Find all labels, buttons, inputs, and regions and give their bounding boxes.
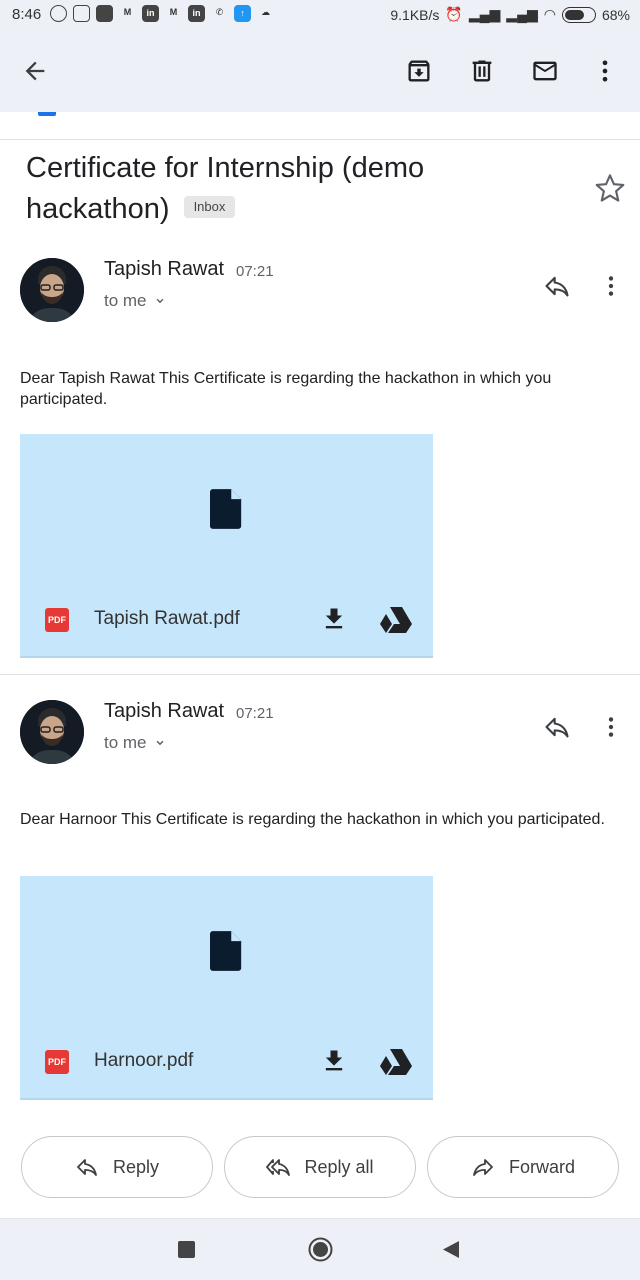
person-avatar-image — [20, 700, 84, 764]
save-to-drive-button[interactable] — [380, 605, 412, 633]
reply-all-label: Reply all — [304, 1156, 374, 1177]
wifi-icon: ◠ — [543, 6, 556, 22]
reply-icon — [77, 1159, 97, 1176]
recipient-details-toggle[interactable]: to me — [104, 291, 167, 311]
drive-icon — [380, 607, 412, 633]
recipient-details-toggle[interactable]: to me — [104, 733, 167, 753]
attachment-card[interactable]: PDF Tapish Rawat.pdf — [20, 434, 433, 658]
cloud-icon: ☁ — [261, 7, 270, 17]
more-vert-icon — [608, 276, 614, 296]
recipient-text: to me — [104, 733, 147, 752]
reply-button[interactable] — [539, 709, 575, 745]
person-avatar-image — [20, 258, 84, 322]
back-arrow-icon — [25, 61, 45, 81]
delete-button[interactable] — [461, 50, 503, 92]
forward-label: Forward — [508, 1156, 575, 1177]
scroll-stub — [38, 112, 56, 116]
attachment-name: Harnoor.pdf — [94, 1050, 194, 1071]
pdf-icon: PDF — [45, 1050, 69, 1074]
alarm-icon: ⏰ — [445, 6, 463, 22]
more-options-button[interactable] — [584, 50, 626, 92]
reply-icon — [545, 276, 569, 297]
sender-name[interactable]: Tapish Rawat — [104, 700, 224, 723]
status-right: 9.1KB/s ⏰ ▂▄▆ ▂▄▆ ◠ 68% — [390, 6, 630, 23]
message-time: 07:21 — [236, 705, 274, 722]
inbox-label-badge[interactable]: Inbox — [183, 196, 236, 219]
file-icon — [210, 489, 242, 529]
message-more-button[interactable] — [593, 709, 629, 745]
scrolled-header-edge — [0, 112, 640, 140]
download-icon — [325, 608, 343, 629]
message-more-button[interactable] — [593, 268, 629, 304]
back-nav-button[interactable] — [442, 1240, 460, 1259]
download-icon — [325, 1050, 343, 1071]
sender-name[interactable]: Tapish Rawat — [104, 258, 224, 281]
notification-icons: M in M in ✆ ↑ ☁ — [50, 5, 274, 22]
archive-icon — [408, 60, 430, 82]
app-bar — [0, 30, 640, 112]
recents-button[interactable] — [178, 1241, 195, 1258]
reply-action-button[interactable]: Reply — [21, 1136, 213, 1198]
file-icon — [210, 931, 242, 971]
message-time: 07:21 — [236, 263, 274, 280]
delete-icon — [472, 60, 492, 82]
star-icon[interactable] — [594, 172, 626, 204]
drive-icon — [380, 1049, 412, 1075]
archive-button[interactable] — [398, 50, 440, 92]
more-vert-icon — [608, 717, 614, 737]
forward-icon — [473, 1159, 493, 1176]
gmail-icon: M — [123, 7, 132, 17]
mark-unread-button[interactable] — [524, 50, 566, 92]
linkedin-icon: in — [142, 5, 159, 22]
reply-label: Reply — [112, 1156, 160, 1177]
signal-icon: ▂▄▆ — [468, 6, 501, 22]
instagram-icon — [73, 5, 90, 22]
status-bar: 8:46 M in M in ✆ ↑ ☁ 9.1KB/s ⏰ ▂▄▆ ▂▄▆ ◠… — [0, 0, 640, 30]
download-button[interactable] — [320, 605, 348, 633]
download-button[interactable] — [320, 1047, 348, 1075]
system-navigation-bar — [0, 1218, 640, 1280]
recipient-text: to me — [104, 291, 147, 310]
home-button[interactable] — [308, 1237, 333, 1262]
email-subject: Certificate for Internship (demo hackath… — [26, 148, 566, 230]
chevron-down-icon — [156, 740, 163, 746]
status-time: 8:46 — [12, 6, 42, 23]
attachment-name: Tapish Rawat.pdf — [94, 608, 240, 629]
youtube-icon — [96, 5, 113, 22]
call-icon: ✆ — [215, 7, 224, 17]
attachment-card[interactable]: PDF Harnoor.pdf — [20, 876, 433, 1100]
battery-icon — [561, 6, 596, 23]
gmail-icon: M — [169, 7, 178, 17]
avatar[interactable] — [20, 700, 84, 764]
battery-percent: 68% — [601, 6, 630, 23]
more-vert-icon — [602, 60, 608, 82]
reply-button[interactable] — [539, 268, 575, 304]
upload-icon: ↑ — [234, 5, 251, 22]
linkedin-icon: in — [188, 5, 205, 22]
network-speed: 9.1KB/s — [390, 6, 440, 23]
battery-level — [564, 9, 584, 20]
pdf-icon: PDF — [45, 608, 69, 632]
message-body: Dear Tapish Rawat This Certificate is re… — [20, 370, 552, 408]
message-divider — [0, 674, 640, 675]
chevron-down-icon — [156, 298, 163, 304]
signal-icon: ▂▄▆ — [506, 6, 538, 22]
save-to-drive-button[interactable] — [380, 1047, 412, 1075]
back-button[interactable] — [14, 50, 56, 92]
whatsapp-icon — [50, 5, 67, 22]
message-body: Dear Harnoor This Certificate is regardi… — [20, 811, 605, 828]
mail-icon — [533, 61, 557, 81]
avatar[interactable] — [20, 258, 84, 322]
reply-all-action-button[interactable]: Reply all — [224, 1136, 416, 1198]
reply-icon — [545, 717, 569, 738]
reply-all-icon — [266, 1159, 291, 1176]
forward-action-button[interactable]: Forward — [427, 1136, 619, 1198]
